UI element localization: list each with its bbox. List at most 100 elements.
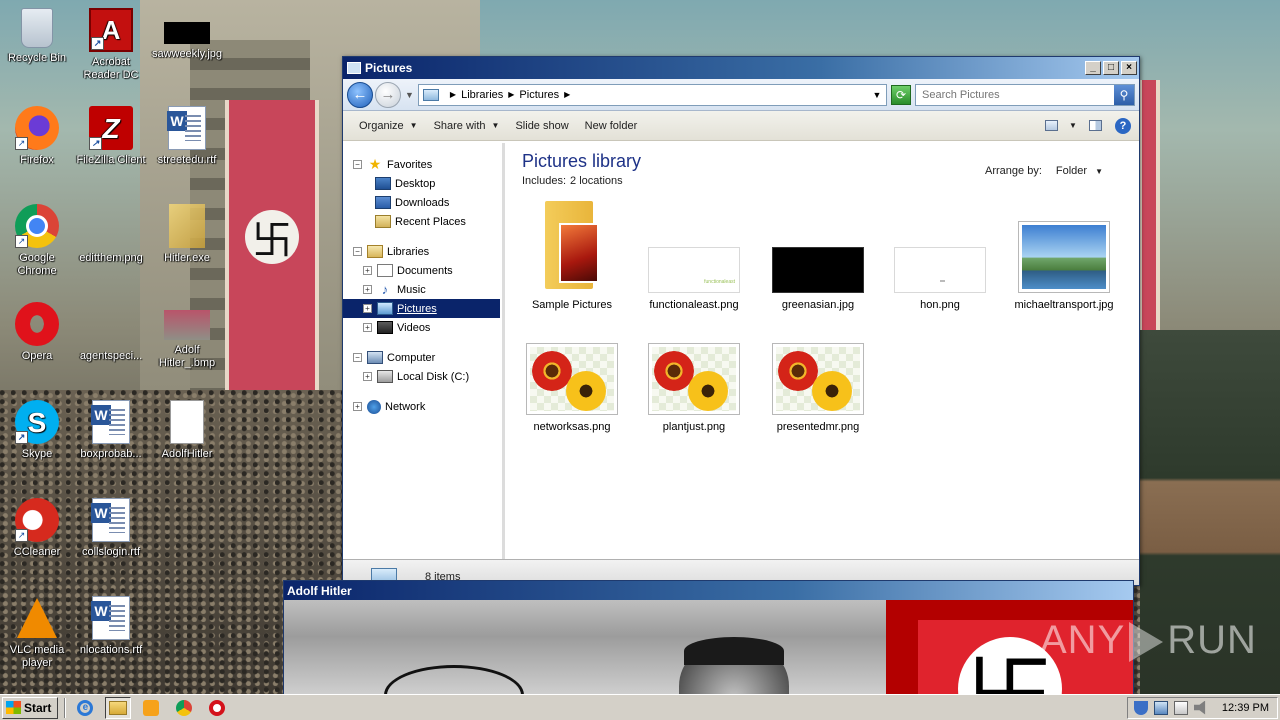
- action-center-flag-icon[interactable]: [1173, 700, 1188, 715]
- quicklaunch-ie[interactable]: e: [72, 697, 98, 719]
- image-thumbnail: [648, 343, 740, 415]
- desktop-icon-agentspeci[interactable]: agentspeci...: [74, 302, 148, 363]
- viewer-titlebar[interactable]: Adolf Hitler: [284, 581, 1133, 600]
- file-item[interactable]: michaeltransport.jpg: [1014, 201, 1114, 312]
- view-options-dropdown[interactable]: ▼: [1067, 117, 1079, 135]
- address-history-dropdown[interactable]: ▼: [868, 90, 886, 100]
- file-item[interactable]: hon.png: [890, 201, 990, 312]
- breadcrumb-arrow-icon[interactable]: ▶: [564, 90, 570, 99]
- file-item[interactable]: networksas.png: [522, 343, 622, 434]
- desktop-icon-sawweekly[interactable]: sawweekly.jpg: [150, 8, 224, 61]
- desktop-icon-firefox[interactable]: ↗ Firefox: [0, 106, 74, 167]
- desktop-icon-collslogin[interactable]: W collslogin.rtf: [74, 498, 148, 559]
- desktop-icon-vlc[interactable]: VLC media player: [0, 596, 74, 670]
- forward-button[interactable]: →: [375, 81, 401, 108]
- desktop-icon-label: agentspeci...: [79, 350, 143, 362]
- desktop-icon-editthem[interactable]: editthem.png: [74, 204, 148, 265]
- back-button[interactable]: ←: [347, 81, 373, 108]
- tree-libraries[interactable]: − Libraries: [343, 242, 502, 261]
- tree-network[interactable]: + Network: [343, 397, 502, 416]
- tree-recent-places[interactable]: Recent Places: [343, 212, 502, 231]
- quicklaunch-opera[interactable]: [204, 697, 230, 719]
- breadcrumb-libraries[interactable]: Libraries: [461, 89, 503, 101]
- tree-local-disk[interactable]: + Local Disk (C:): [343, 367, 502, 386]
- collapse-icon[interactable]: −: [353, 247, 362, 256]
- breadcrumb-arrow-icon[interactable]: ▶: [450, 90, 456, 99]
- tree-favorites[interactable]: − ★ Favorites: [343, 155, 502, 174]
- desktop-icon-hitler-exe[interactable]: Hitler.exe: [150, 204, 224, 265]
- close-button[interactable]: ×: [1121, 61, 1137, 75]
- expand-icon[interactable]: +: [363, 266, 372, 275]
- desktop-icon-ccleaner[interactable]: ↗ CCleaner: [0, 498, 74, 559]
- tree-desktop[interactable]: Desktop: [343, 174, 502, 193]
- slide-show-button[interactable]: Slide show: [507, 120, 576, 132]
- breadcrumb-pictures[interactable]: Pictures: [519, 89, 559, 101]
- tree-music[interactable]: + ♪ Music: [343, 280, 502, 299]
- start-button[interactable]: Start: [2, 696, 59, 719]
- tree-documents[interactable]: + Documents: [343, 261, 502, 280]
- desktop-icon-chrome[interactable]: ↗ Google Chrome: [0, 204, 74, 278]
- organize-menu[interactable]: Organize ▼: [351, 120, 426, 132]
- search-icon[interactable]: ⚲: [1114, 84, 1134, 105]
- file-list-pane[interactable]: Pictures library Includes: 2 locations Ar…: [505, 143, 1139, 559]
- share-with-menu[interactable]: Share with ▼: [426, 120, 508, 132]
- minimize-button[interactable]: _: [1085, 61, 1101, 75]
- change-view-button[interactable]: [1039, 117, 1063, 135]
- refresh-button[interactable]: ⟳: [891, 84, 911, 105]
- address-bar[interactable]: ▶ Libraries ▶ Pictures ▶ ▼: [417, 83, 887, 106]
- arrange-by-dropdown[interactable]: Folder ▼: [1056, 165, 1103, 177]
- preview-pane-button[interactable]: [1083, 117, 1107, 135]
- file-item[interactable]: greenasian.jpg: [768, 201, 868, 312]
- includes-locations-link[interactable]: 2 locations: [570, 175, 623, 187]
- executable-icon: [169, 204, 205, 248]
- desktop-icon-streetedu[interactable]: W streetedu.rtf: [150, 106, 224, 167]
- taskbar-explorer[interactable]: [105, 696, 132, 719]
- new-folder-button[interactable]: New folder: [577, 120, 646, 132]
- desktop-icon-recycle-bin[interactable]: Recycle Bin: [0, 8, 74, 65]
- desktop-icon-adolfhitler[interactable]: AdolfHitler: [150, 400, 224, 461]
- desktop-icon-opera[interactable]: Opera: [0, 302, 74, 363]
- desktop-icon-boxprobab[interactable]: W boxprobab...: [74, 400, 148, 461]
- desktop-icon-acrobat[interactable]: A ↗ Acrobat Reader DC: [74, 8, 148, 82]
- file-item[interactable]: functionaleast functionaleast.png: [644, 201, 744, 312]
- chrome-icon: ↗: [15, 204, 59, 248]
- breadcrumb-arrow-icon[interactable]: ▶: [508, 90, 514, 99]
- network-icon[interactable]: [1153, 700, 1168, 715]
- expand-icon[interactable]: +: [363, 372, 372, 381]
- desktop-icon-label: Opera: [21, 350, 53, 362]
- explorer-titlebar[interactable]: Pictures _ □ ×: [343, 57, 1139, 79]
- collapse-icon[interactable]: −: [353, 353, 362, 362]
- file-item[interactable]: presentedmr.png: [768, 343, 868, 434]
- desktop-icon-adolf-bmp[interactable]: Adolf Hitler_.bmp: [150, 302, 224, 370]
- security-shield-icon[interactable]: [1133, 700, 1148, 715]
- expand-icon[interactable]: +: [353, 402, 362, 411]
- recent-pages-dropdown[interactable]: ▼: [405, 90, 414, 100]
- folder-icon: [109, 700, 128, 715]
- file-item[interactable]: plantjust.png: [644, 343, 744, 434]
- search-input[interactable]: [916, 88, 1114, 101]
- desktop-icon-skype[interactable]: S ↗ Skype: [0, 400, 74, 461]
- desktop-icon-filezilla[interactable]: Z ↗ FileZilla Client: [74, 106, 148, 167]
- image-thumbnail: [772, 247, 864, 293]
- file-item[interactable]: Sample Pictures: [522, 201, 622, 312]
- clock[interactable]: 12:39 PM: [1222, 702, 1269, 714]
- maximize-button[interactable]: □: [1103, 61, 1119, 75]
- expand-icon[interactable]: +: [363, 323, 372, 332]
- volume-icon[interactable]: [1193, 700, 1206, 715]
- blank-file-icon: [170, 400, 204, 444]
- desktop-icon-nlocations[interactable]: W nlocations.rtf: [74, 596, 148, 657]
- quicklaunch-chrome[interactable]: [171, 697, 197, 719]
- expand-icon[interactable]: +: [363, 285, 372, 294]
- expand-icon[interactable]: +: [363, 304, 372, 313]
- quicklaunch-media-player[interactable]: [138, 697, 164, 719]
- collapse-icon[interactable]: −: [353, 160, 362, 169]
- tree-pictures[interactable]: + Pictures: [343, 299, 500, 318]
- tree-videos[interactable]: + Videos: [343, 318, 502, 337]
- file-name: plantjust.png: [662, 421, 726, 433]
- chrome-icon: [176, 699, 193, 716]
- desktop-icon-label: boxprobab...: [80, 448, 142, 460]
- tree-label: Local Disk (C:): [397, 370, 470, 383]
- tree-computer[interactable]: − Computer: [343, 348, 502, 367]
- tree-downloads[interactable]: Downloads: [343, 193, 502, 212]
- help-button[interactable]: ?: [1111, 117, 1135, 135]
